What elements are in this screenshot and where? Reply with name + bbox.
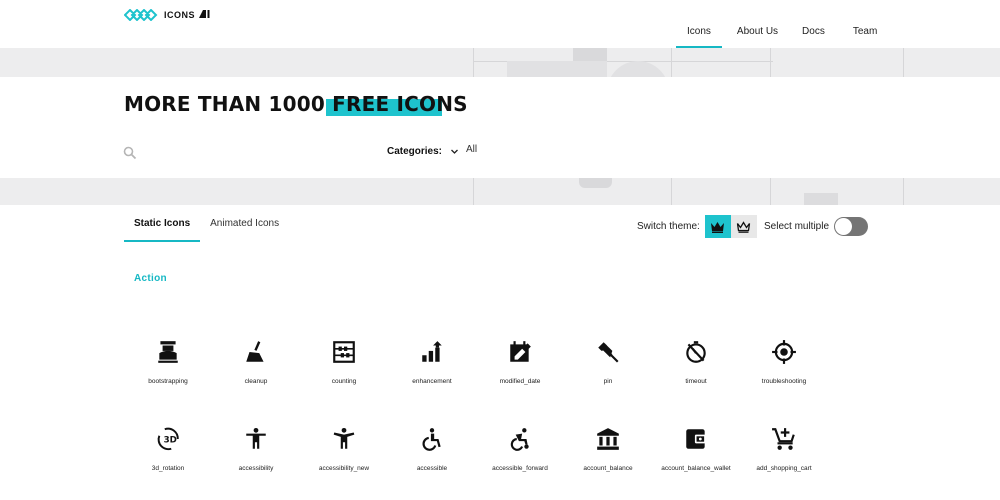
icon-card-accessible-forward[interactable]: accessible_forward	[476, 420, 564, 500]
accessible-icon	[422, 428, 441, 451]
icon-card-account-balance-wallet[interactable]: account_balance_wallet	[652, 420, 740, 500]
section-title: Action	[134, 273, 167, 284]
theme-light-button[interactable]	[730, 215, 757, 238]
icon-label: counting	[331, 378, 357, 385]
icon-grid: bootstrapping cleanup counting enhanceme…	[124, 333, 884, 500]
counting-icon	[333, 341, 355, 363]
svg-text:3D: 3D	[164, 435, 177, 445]
icon-label: account_balance_wallet	[661, 465, 731, 472]
icon-card-account-balance[interactable]: account_balance	[564, 420, 652, 500]
crown-filled-icon	[711, 221, 725, 233]
accessible-forward-icon	[510, 428, 529, 451]
icon-label: accessible_forward	[492, 465, 548, 472]
tab-static-icons[interactable]: Static Icons	[124, 206, 201, 242]
icon-card-enhancement[interactable]: enhancement	[388, 333, 476, 420]
icon-label: pin	[603, 378, 613, 385]
logo-mark-icon	[124, 9, 158, 21]
accessibility-icon	[246, 427, 266, 449]
icon-label: accessibility	[238, 465, 274, 472]
enhancement-icon	[422, 341, 442, 362]
select-multiple-label: Select multiple	[764, 221, 830, 232]
categories-label: Categories:	[387, 146, 443, 157]
nav-docs[interactable]: Docs	[791, 0, 836, 48]
chevron-down-icon	[451, 149, 458, 154]
icon-label: bootstrapping	[148, 378, 188, 385]
nav-team[interactable]: Team	[842, 0, 888, 48]
icon-label: enhancement	[412, 378, 452, 385]
3d-rotation-icon: 3D	[157, 427, 179, 451]
logo-text: ICONS	[164, 10, 196, 20]
crown-outline-icon	[737, 220, 751, 233]
icon-label: timeout	[685, 378, 707, 385]
icon-card-modified-date[interactable]: modified_date	[476, 333, 564, 420]
icon-label: accessibility_new	[318, 465, 370, 472]
bootstrapping-icon	[158, 341, 178, 363]
search-icon[interactable]	[123, 146, 137, 160]
theme-switcher: Switch theme:	[637, 215, 757, 238]
icon-label: accessible	[416, 465, 448, 472]
icon-card-accessible[interactable]: accessible	[388, 420, 476, 500]
icon-card-pin[interactable]: pin	[564, 333, 652, 420]
page-title: MORE THAN 1000 FREE ICONS	[124, 92, 468, 116]
header: ICONS Icons About Us Docs Team	[0, 0, 1000, 48]
icon-label: 3d_rotation	[151, 465, 185, 472]
cleanup-icon	[246, 341, 264, 362]
icon-card-cleanup[interactable]: cleanup	[212, 333, 300, 420]
switch-theme-label: Switch theme:	[637, 221, 700, 232]
add-shopping-cart-icon	[772, 428, 795, 450]
main-nav: Icons About Us Docs Team	[676, 0, 888, 48]
icon-card-troubleshooting[interactable]: troubleshooting	[740, 333, 828, 420]
logo[interactable]: ICONS	[124, 9, 210, 21]
icon-card-3d-rotation[interactable]: 3D 3d_rotation	[124, 420, 212, 500]
nav-icons[interactable]: Icons	[676, 0, 722, 48]
toggle-knob	[835, 218, 853, 235]
icon-label: modified_date	[499, 378, 541, 385]
ai-icon	[199, 10, 210, 18]
tab-animated-icons[interactable]: Animated Icons	[200, 206, 289, 242]
icon-label: troubleshooting	[761, 378, 807, 385]
theme-dark-button[interactable]	[704, 215, 731, 238]
icon-card-counting[interactable]: counting	[300, 333, 388, 420]
account-balance-wallet-icon	[686, 429, 706, 449]
icon-label: cleanup	[244, 378, 268, 385]
nav-about-us[interactable]: About Us	[726, 0, 789, 48]
modified-date-icon	[510, 341, 531, 362]
icon-type-tabs: Static Icons Animated Icons	[124, 206, 289, 242]
timeout-icon	[686, 341, 706, 363]
categories-value: All	[466, 144, 478, 155]
icon-label: add_shopping_cart	[756, 465, 812, 472]
icon-card-accessibility-new[interactable]: accessibility_new	[300, 420, 388, 500]
icon-card-accessibility[interactable]: accessibility	[212, 420, 300, 500]
icon-card-bootstrapping[interactable]: bootstrapping	[124, 333, 212, 420]
categories-select[interactable]: Categories: All	[387, 144, 478, 157]
troubleshooting-icon	[772, 340, 796, 364]
account-balance-icon	[597, 428, 619, 450]
icon-card-timeout[interactable]: timeout	[652, 333, 740, 420]
pin-icon	[598, 342, 619, 363]
select-multiple-toggle[interactable]	[834, 217, 869, 236]
accessibility-new-icon	[333, 427, 355, 449]
icon-label: account_balance	[583, 465, 633, 472]
icon-card-add-shopping-cart[interactable]: add_shopping_cart	[740, 420, 828, 500]
logo-ai-badge	[199, 10, 210, 20]
select-multiple: Select multiple	[764, 217, 869, 236]
